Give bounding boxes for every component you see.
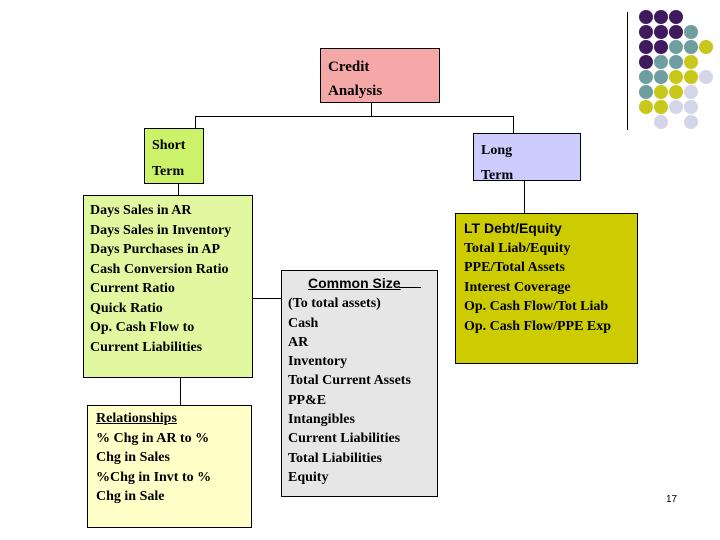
decorative-dot: [669, 25, 683, 39]
list-item: Days Purchases in AP: [90, 242, 221, 257]
decorative-dot: [684, 55, 698, 69]
decorative-dot: [669, 85, 683, 99]
list-item: Intangibles: [288, 412, 355, 428]
decorative-dot: [684, 85, 698, 99]
connector-to-long-term: [513, 116, 514, 133]
decorative-dot: [654, 115, 668, 129]
list-item: %Chg in Invt to %: [96, 469, 212, 485]
decorative-vertical-rule: [627, 12, 628, 130]
decorative-dot: [654, 10, 668, 24]
short-term-ratios-box: Days Sales in AR Days Sales in Inventory…: [83, 195, 253, 378]
list-item: Quick Ratio: [90, 300, 163, 316]
list-item: Total Liabilities: [288, 450, 383, 466]
list-item: Cash: [288, 315, 319, 331]
decorative-dot: [654, 100, 668, 114]
decorative-dot: [639, 70, 653, 84]
relationships-title: Relationships: [96, 411, 177, 426]
common-size-heading: Common Size: [288, 274, 437, 294]
list-item: % Chg in AR to %: [96, 430, 210, 446]
decorative-dot: [639, 40, 653, 54]
list-item: PP&E: [288, 392, 327, 408]
connector-to-common-size: [253, 298, 281, 299]
decorative-dot: [639, 10, 653, 24]
decorative-dot: [669, 100, 683, 114]
relationships-box: Relationships % Chg in AR to % Chg in Sa…: [87, 405, 252, 528]
list-item: Days Sales in Inventory: [90, 222, 232, 238]
credit-analysis-line1: Credit: [328, 59, 370, 75]
list-item: Op. Cash Flow to: [90, 320, 195, 335]
decorative-dot: [684, 40, 698, 54]
long-term-line1: Long: [481, 143, 513, 158]
list-item: Equity: [288, 469, 329, 485]
list-item: AR: [288, 334, 309, 350]
decorative-dot: [669, 70, 683, 84]
list-item: Total Liab/Equity: [464, 240, 571, 256]
decorative-dot: [699, 70, 713, 84]
list-item: Chg in Sales: [96, 450, 170, 465]
decorative-dot: [639, 100, 653, 114]
list-item: Chg in Sale: [96, 489, 165, 504]
list-item: Days Sales in AR: [90, 203, 192, 218]
credit-analysis-line2: Analysis: [328, 83, 383, 99]
common-size-box: Common Size (To total assets) Cash AR In…: [281, 270, 438, 497]
decorative-dot: [654, 40, 668, 54]
connector-to-short-term: [195, 116, 196, 128]
title-underline: [398, 287, 421, 288]
decorative-dot: [654, 55, 668, 69]
list-item: Inventory: [288, 354, 348, 370]
list-item: Op. Cash Flow/PPE Exp: [464, 318, 612, 334]
decorative-dot: [654, 25, 668, 39]
decorative-dot: [654, 85, 668, 99]
page-number: 17: [666, 494, 678, 505]
short-term-line1: Short: [152, 138, 186, 153]
list-item: Op. Cash Flow/Tot Liab: [464, 299, 609, 314]
decorative-dot: [639, 55, 653, 69]
decorative-dot: [669, 40, 683, 54]
connector-short-term-to-list: [178, 184, 179, 195]
decorative-dot: [669, 55, 683, 69]
long-term-node: Long Term: [473, 133, 581, 183]
list-item: Current Liabilities: [288, 431, 401, 447]
decorative-dot: [669, 10, 683, 24]
decorative-dot: [654, 70, 668, 84]
common-size-title: Common Size: [308, 275, 401, 291]
short-term-line2: Term: [152, 164, 185, 179]
long-term-line2: Term: [481, 168, 514, 183]
list-item: Current Ratio: [90, 281, 175, 296]
connector-root-down: [371, 103, 372, 116]
list-item: (To total assets): [288, 296, 381, 312]
decorative-dot: [684, 115, 698, 129]
list-item: Total Current Assets: [288, 373, 411, 389]
decorative-dot: [699, 40, 713, 54]
credit-analysis-node: Credit Analysis: [320, 48, 440, 103]
decorative-dot: [684, 100, 698, 114]
list-item: Cash Conversion Ratio: [90, 261, 229, 277]
list-item: Current Liabilities: [90, 339, 203, 355]
list-item: PPE/Total Assets: [464, 260, 565, 275]
connector-short-list-to-relationships: [180, 378, 181, 405]
decorative-dot: [684, 25, 698, 39]
decorative-dot: [639, 25, 653, 39]
decorative-dot: [639, 85, 653, 99]
list-item: LT Debt/Equity: [464, 220, 562, 236]
connector-branch-horizontal: [195, 116, 514, 117]
decorative-dot: [684, 70, 698, 84]
short-term-node: Short Term: [144, 128, 204, 184]
long-term-ratios-box: LT Debt/Equity Total Liab/Equity PPE/Tot…: [455, 213, 638, 364]
list-item: Interest Coverage: [464, 279, 571, 295]
